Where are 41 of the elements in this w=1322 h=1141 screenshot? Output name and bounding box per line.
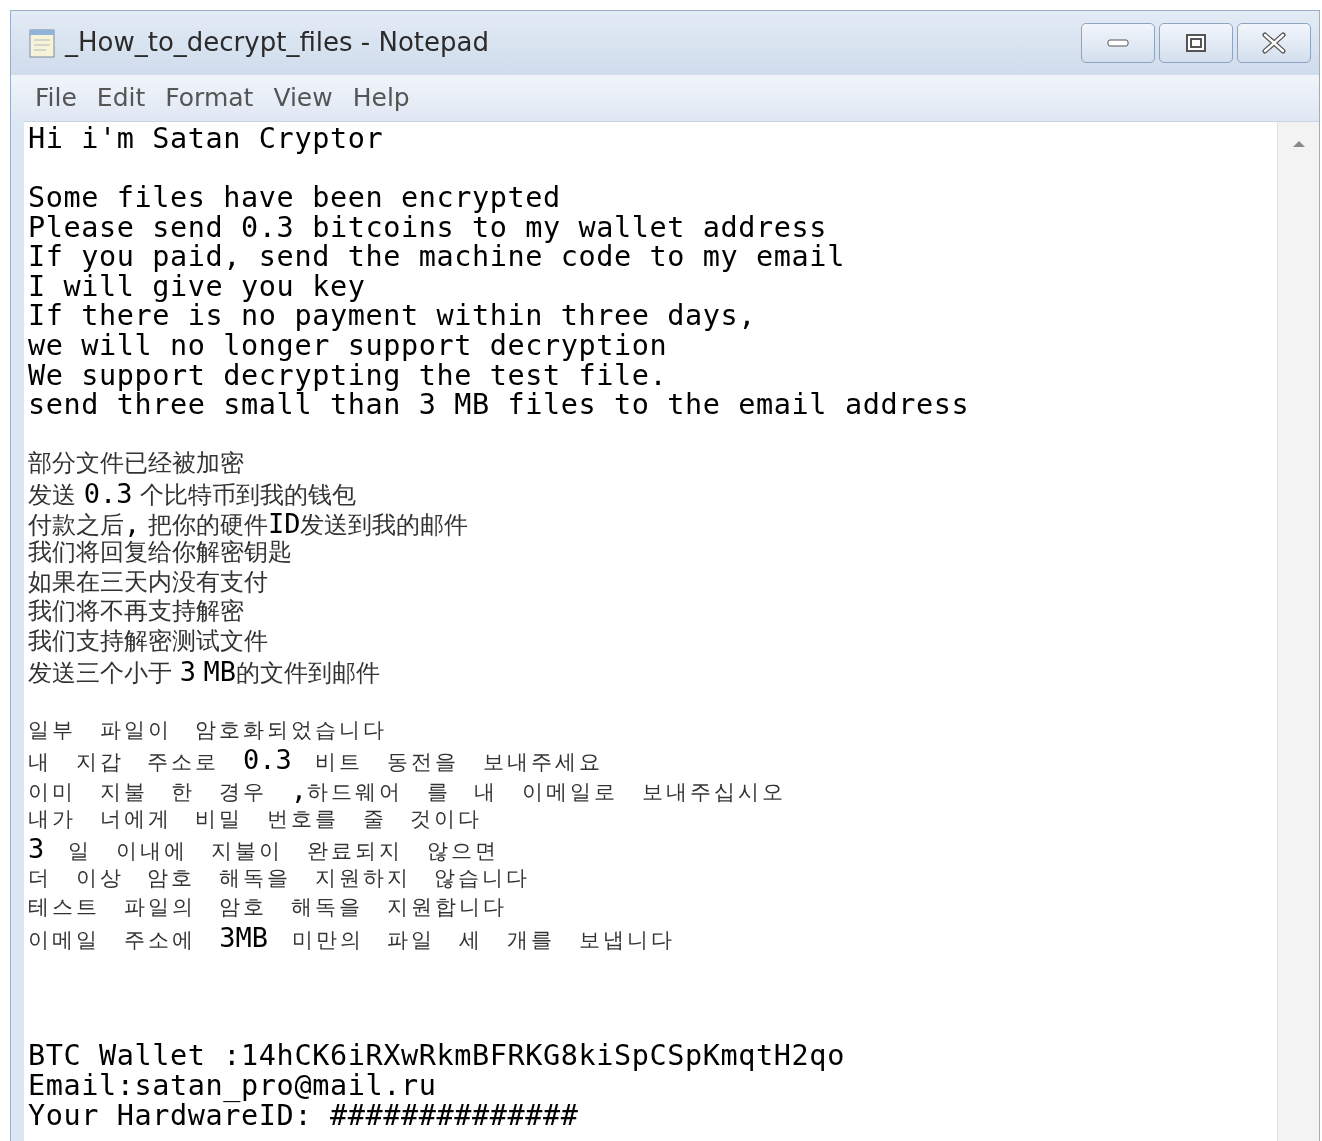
text-line: 发送三个小于 3 MB的文件到邮件 xyxy=(28,656,382,687)
notepad-icon xyxy=(27,26,57,59)
text-line: If you paid, send the machine code to my email xyxy=(28,242,846,272)
text-line: send three small than 3 MB files to the email address xyxy=(28,390,971,420)
text-line: Hi i'm Satan Cryptor xyxy=(28,123,385,154)
text-line: Email:satan_pro@mail.ru xyxy=(28,1070,437,1101)
text-line: 我们将回复给你解密钥匙 xyxy=(28,538,293,568)
text-line: 发送 0.3 个比特币到我的钱包 xyxy=(28,479,358,509)
menu-item[interactable]: Help xyxy=(350,79,412,117)
text-line: we will no longer support decryption xyxy=(28,331,669,361)
text-line: We support decrypting the test file. xyxy=(28,360,669,391)
menu-item[interactable]: File xyxy=(33,79,79,117)
text-line: 내가 너에게 비밀 번호를 줄 것이다 xyxy=(28,805,484,833)
window-title: _How_to_decrypt_files - Notepad xyxy=(65,26,489,60)
text-line: 더 이상 암호 해독을 지원하지 않습니다 xyxy=(28,864,532,892)
minimize-icon xyxy=(1107,38,1129,47)
text-line: BTC Wallet :14hCK6iRXwRkmBFRKG8kiSpCSpKmqtH2qo xyxy=(28,1041,846,1071)
text-line: Please send 0.3 bitcoins to my wallet address xyxy=(28,212,829,243)
text-line: 이미 지불 한 경우 ,하드웨어 를 내 이메일로 보내주십시오 xyxy=(28,774,787,805)
text-line: 3 일 이내에 지불이 완료되지 않으면 xyxy=(28,834,500,864)
text-line: 이메일 주소에 3MB 미만의 파일 세 개를 보냅니다 xyxy=(28,922,676,953)
text-line: 我们支持解密测试文件 xyxy=(28,627,269,657)
text-line: 我们将不再支持解密 xyxy=(28,597,245,627)
text-line: I will give you key xyxy=(28,271,367,302)
text-line: If there is no payment within three days, xyxy=(28,301,758,332)
text-line: 일부 파일이 암호화되었습니다 xyxy=(28,716,389,744)
menu-item[interactable]: Format xyxy=(163,79,256,117)
maximize-button[interactable] xyxy=(1159,22,1233,63)
menu-item[interactable]: Edit xyxy=(94,79,148,117)
text-line: Some files have been encrypted xyxy=(28,183,562,213)
text-line: 내 지갑 주소로 0.3 비트 동전을 보내주세요 xyxy=(28,745,604,775)
close-icon xyxy=(1262,31,1286,54)
scrollbar[interactable] xyxy=(1277,121,1319,1141)
text-line: 如果在三天内没有支付 xyxy=(28,567,269,598)
close-button[interactable] xyxy=(1237,22,1311,63)
scroll-up-icon[interactable] xyxy=(1291,139,1306,148)
maximize-icon xyxy=(1185,32,1207,53)
menu-item[interactable]: View xyxy=(271,79,335,117)
text-line: 테스트 파일의 암호 해독을 지원합니다 xyxy=(28,894,508,922)
text-line: 部分文件已经被加密 xyxy=(28,449,245,479)
text-line: 付款之后, 把你的硬件ID发送到我的邮件 xyxy=(28,508,470,539)
